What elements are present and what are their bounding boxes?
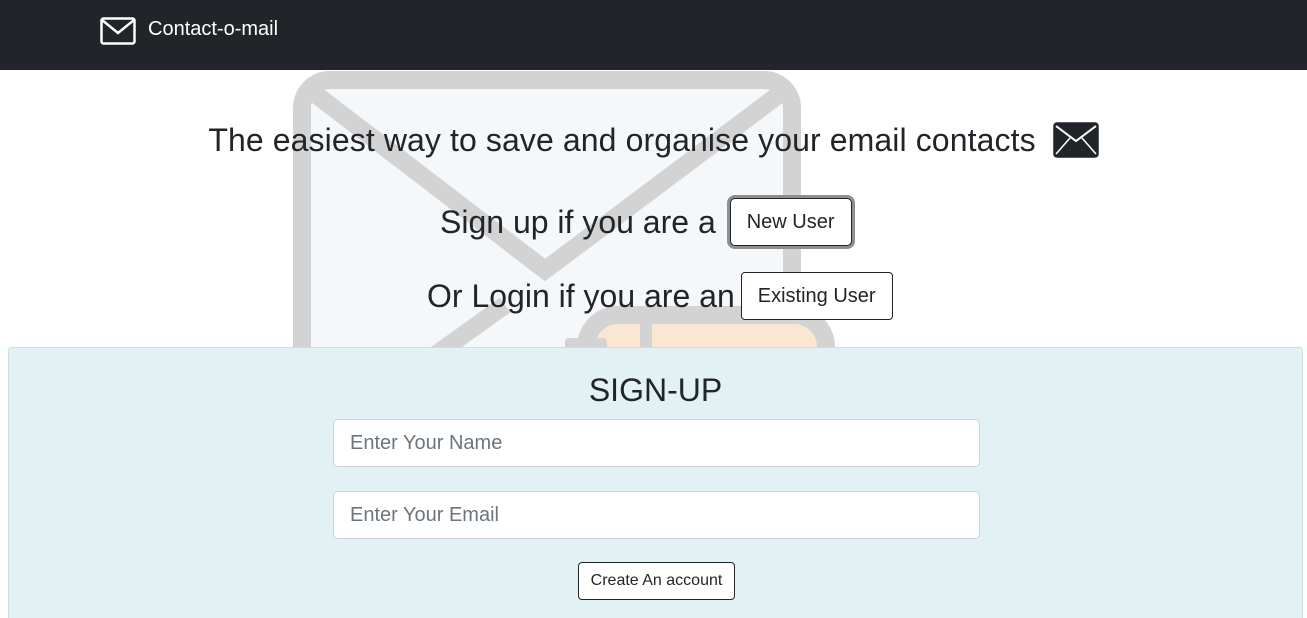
signup-form: SIGN-UP Create An account — [8, 347, 1303, 618]
login-prompt: Or Login if you are an — [427, 277, 735, 314]
tagline-text: The easiest way to save and organise you… — [208, 122, 1036, 158]
login-prompt-row: Or Login if you are an Existing User — [427, 272, 893, 320]
signup-prompt: Sign up if you are a — [440, 203, 716, 240]
brand-name: Contact-o-mail — [148, 18, 279, 40]
tagline: The easiest way to save and organise you… — [0, 121, 1307, 159]
email-input[interactable] — [333, 491, 980, 539]
new-user-button[interactable]: New User — [729, 198, 852, 246]
existing-user-button[interactable]: Existing User — [740, 272, 893, 320]
create-account-button[interactable]: Create An account — [578, 562, 735, 600]
brand-link[interactable]: Contact-o-mail — [100, 17, 278, 45]
name-input[interactable] — [333, 419, 980, 467]
envelope-icon — [1052, 121, 1099, 158]
navbar: Contact-o-mail — [0, 0, 1307, 70]
hero-section: The easiest way to save and organise you… — [0, 70, 1307, 348]
signup-prompt-row: Sign up if you are a New User — [440, 198, 852, 246]
signup-title: SIGN-UP — [588, 372, 723, 408]
envelope-icon — [100, 17, 136, 45]
